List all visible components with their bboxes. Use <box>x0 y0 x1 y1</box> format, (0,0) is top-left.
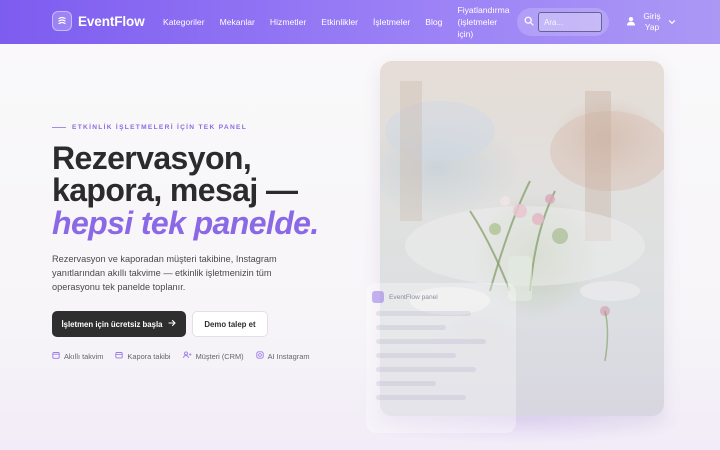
users-icon <box>182 351 192 361</box>
feature-label: AI Instagram <box>267 351 310 361</box>
feature-label: Kapora takibi <box>127 351 171 361</box>
feature-item: AI Instagram <box>255 351 310 361</box>
user-icon <box>626 13 636 31</box>
search-icon[interactable] <box>524 13 534 31</box>
panel-row-placeholder <box>376 395 466 400</box>
nav-item-blog[interactable]: Blog <box>425 17 442 27</box>
hero-eyebrow: ETKİNLİK İŞLETMELERİ İÇİN TEK PANEL <box>52 124 247 131</box>
main-nav: Kategoriler Mekanlar Hizmetler Etkinlikl… <box>163 0 513 44</box>
start-free-button[interactable]: İşletmen için ücretsiz başla <box>52 311 186 337</box>
chevron-down-icon <box>668 13 676 31</box>
brand-name: EventFlow <box>78 13 145 29</box>
headline-accent: hepsi tek panelde. <box>52 205 319 241</box>
panel-rows <box>376 311 496 409</box>
feature-item: Kapora takibi <box>115 351 171 361</box>
nav-item-hizmetler[interactable]: Hizmetler <box>270 17 306 27</box>
search-bar <box>517 8 609 36</box>
top-navbar: EventFlow Kategoriler Mekanlar Hizmetler… <box>0 0 720 44</box>
feature-label: Müşteri (CRM) <box>195 351 244 361</box>
headline-line-2: kapora, mesaj — <box>52 172 298 208</box>
hero-headline: Rezervasyon, kapora, mesaj — hepsi tek p… <box>52 142 372 240</box>
feature-item: Müşteri (CRM) <box>182 351 244 361</box>
panel-row-placeholder <box>376 353 456 358</box>
panel-logo-icon <box>372 291 384 303</box>
login-label: Giriş Yap <box>643 11 661 32</box>
instagram-icon <box>255 351 264 361</box>
nav-item-kategoriler[interactable]: Kategoriler <box>163 17 205 27</box>
panel-row-placeholder <box>376 339 486 344</box>
panel-row-placeholder <box>376 367 476 372</box>
panel-title: EventFlow panel <box>389 293 438 301</box>
request-demo-button[interactable]: Demo talep et <box>192 311 268 337</box>
eyebrow-divider <box>52 127 66 128</box>
feature-list: Akıllı takvim Kapora takibi Müşteri (CRM… <box>52 351 322 361</box>
dashboard-preview-panel: EventFlow panel <box>366 283 516 433</box>
panel-row-placeholder <box>376 325 446 330</box>
hero-description: Rezervasyon ve kaporadan müşteri takibin… <box>52 254 277 292</box>
nav-item-pricing[interactable]: Fiyatlandırma (işletmeler için) <box>457 4 513 40</box>
login-button[interactable]: Giriş Yap <box>626 11 676 33</box>
start-free-label: İşletmen için ücretsiz başla <box>61 319 163 329</box>
wallet-icon <box>115 351 124 361</box>
nav-item-mekanlar[interactable]: Mekanlar <box>220 17 255 27</box>
nav-item-etkinlikler[interactable]: Etkinlikler <box>321 17 358 27</box>
panel-row-placeholder <box>376 381 436 386</box>
arrow-right-icon <box>168 319 177 329</box>
panel-row-placeholder <box>376 311 471 316</box>
eyebrow-text: ETKİNLİK İŞLETMELERİ İÇİN TEK PANEL <box>72 124 248 131</box>
search-input[interactable] <box>538 12 602 32</box>
calendar-icon <box>52 351 60 361</box>
nav-item-isletmeler[interactable]: İşletmeler <box>373 17 410 27</box>
panel-header: EventFlow panel <box>372 291 438 303</box>
brand-logo-link[interactable]: EventFlow <box>52 11 145 31</box>
feature-item: Akıllı takvim <box>52 351 103 361</box>
feature-label: Akıllı takvim <box>64 351 104 361</box>
eventflow-logo-icon <box>52 11 72 31</box>
headline-line-1: Rezervasyon, <box>52 140 252 176</box>
